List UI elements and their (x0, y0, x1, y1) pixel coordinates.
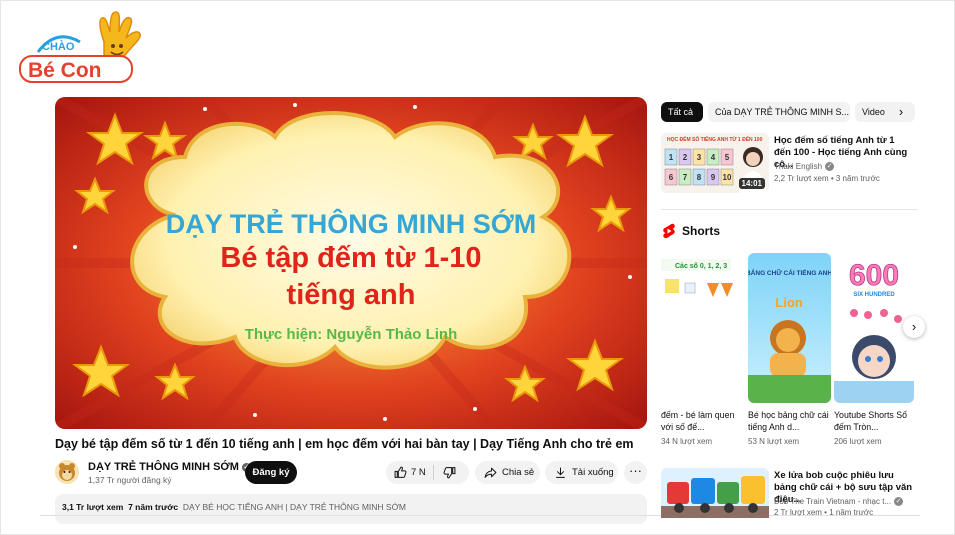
frame-line-4: Thực hiện: Nguyễn Thảo Linh (244, 326, 458, 343)
short-1-views: 34 N lượt xem (661, 437, 713, 446)
rec1-verified-icon: ✓ (825, 162, 835, 171)
upload-age: 7 năm trước (128, 502, 179, 512)
rec2-channel[interactable]: Bob The Train Vietnam - nhạc t... ✓ (774, 497, 904, 506)
rec2-channel-name[interactable]: Bob The Train Vietnam - nhạc t... (774, 497, 891, 506)
channel-name[interactable]: DẠY TRẺ THÔNG MINH SỚM✓ (88, 461, 251, 473)
short-1-thumbnail: Các số 0, 1, 2, 3 (661, 253, 744, 403)
frame-line-1: DẠY TRẺ THÔNG MINH SỚM (165, 209, 537, 239)
rec1-num-6: 6 (669, 173, 674, 182)
short-2-views: 53 N lượt xem (748, 437, 800, 446)
video-player[interactable]: DẠY TRẺ THÔNG MINH SỚM Bé tập đếm từ 1-1… (55, 97, 647, 429)
filter-chips: Tất cả Của DẠY TRẺ THÔNG MINH S... Video (661, 102, 921, 122)
short-3-views: 206 lượt xem (834, 437, 882, 446)
more-actions-button[interactable]: ··· (624, 461, 647, 484)
download-icon (556, 467, 565, 478)
rec1-num-7: 7 (683, 173, 688, 182)
short-card-2[interactable]: BẢNG CHỮ CÁI TIẾNG ANH Lion (748, 253, 831, 403)
rec1-num-4: 4 (711, 153, 716, 162)
share-button[interactable]: Chia sẻ (475, 461, 540, 484)
rec1-num-9: 9 (711, 173, 716, 182)
channel-row: DẠY TRẺ THÔNG MINH SỚM✓ 1,37 Tr người đă… (55, 458, 647, 488)
video-title: Dạy bé tập đếm số từ 1 đến 10 tiếng anh … (55, 437, 634, 451)
short-3-thumb-text2: SIX HUNDRED (853, 292, 895, 298)
rec2-age: 1 năm trước (829, 508, 874, 517)
short-2-thumbnail: BẢNG CHỮ CÁI TIẾNG ANH Lion (748, 253, 831, 403)
rec1-num-10: 10 (723, 173, 732, 182)
like-count[interactable]: 7 N (411, 461, 426, 484)
rec1-age: 3 năm trước (835, 174, 880, 183)
rec2-stats: 2 Tr lượt xem • 1 năm trước (774, 508, 874, 517)
channel-avatar[interactable] (55, 460, 79, 484)
rec1-channel-name[interactable]: Thaki English (774, 162, 822, 171)
logo-top-text: CHÀO (42, 40, 75, 53)
shorts-header: Shorts (662, 223, 720, 239)
rec1-num-5: 5 (725, 153, 730, 162)
shorts-title: Shorts (682, 224, 721, 238)
description-meta: 3,1 Tr lượt xem 7 năm trước DẠY BÉ HỌC T… (62, 502, 406, 512)
frame-line-2: Bé tập đếm từ 1-10 (220, 242, 482, 274)
download-button[interactable]: Tải xuống (545, 461, 618, 484)
short-card-1[interactable]: Các số 0, 1, 2, 3 (661, 253, 744, 403)
subscribe-button[interactable]: Đăng ký (245, 461, 297, 484)
channel-logo[interactable]: CHÀO Bé Con (16, 8, 146, 88)
rec1-stats: 2,2 Tr lượt xem • 3 năm trước (774, 174, 880, 183)
chip-all[interactable]: Tất cả (661, 102, 703, 122)
section-separator (661, 209, 918, 210)
rec1-duration: 14:01 (738, 178, 765, 189)
rec2-thumbnail-art (661, 468, 769, 518)
frame-line-3: tiếng anh (286, 279, 416, 311)
chips-next-arrow-icon[interactable]: › (893, 104, 909, 120)
logo-bottom-text: Bé Con (28, 59, 102, 82)
short-2-thumb-text2: Lion (775, 295, 802, 310)
short-2-title[interactable]: Bé học bảng chữ cái tiếng Anh d... (748, 410, 830, 433)
rec1-num-1: 1 (669, 153, 674, 162)
rec1-num-8: 8 (697, 173, 702, 182)
like-dislike-group: 7 N (386, 461, 469, 484)
share-label[interactable]: Chia sẻ (502, 461, 534, 484)
short-3-thumbnail: 600 SIX HUNDRED (834, 253, 914, 403)
description-box[interactable]: 3,1 Tr lượt xem 7 năm trước DẠY BÉ HỌC T… (55, 494, 647, 524)
rec1-thumbnail[interactable]: HỌC ĐẾM SỐ TIẾNG ANH TỪ 1 ĐẾN 100 1 2 3 … (661, 133, 769, 193)
short-3-thumb-text: 600 (849, 259, 899, 292)
download-label[interactable]: Tải xuống (572, 461, 614, 484)
rec2-verified-icon: ✓ (894, 497, 904, 506)
rec2-thumbnail[interactable] (661, 468, 769, 518)
shorts-icon (663, 223, 675, 239)
short-3-title[interactable]: Youtube Shorts Số đếm Tròn... (834, 410, 916, 433)
share-icon (484, 467, 497, 478)
rec1-num-2: 2 (683, 153, 688, 162)
rec2-views: 2 Tr lượt xem (774, 508, 822, 517)
playlist-link[interactable]: DẠY BÉ HỌC TIẾNG ANH | DẠY TRẺ THÔNG MIN… (183, 502, 406, 512)
video-frame-text: DẠY TRẺ THÔNG MINH SỚM Bé tập đếm từ 1-1… (55, 97, 647, 429)
like-divider (433, 465, 434, 480)
short-card-3[interactable]: 600 SIX HUNDRED (834, 253, 914, 403)
shorts-next-arrow-icon[interactable]: › (903, 316, 925, 338)
dislike-icon[interactable] (443, 466, 456, 479)
chip-from-channel[interactable]: Của DẠY TRẺ THÔNG MINH S... (708, 102, 850, 122)
channel-name-text[interactable]: DẠY TRẺ THÔNG MINH SỚM (88, 461, 239, 473)
rec1-channel[interactable]: Thaki English ✓ (774, 162, 835, 171)
rec1-thumb-heading: HỌC ĐẾM SỐ TIẾNG ANH TỪ 1 ĐẾN 100 (667, 136, 763, 143)
subscriber-count: 1,37 Tr người đăng ký (88, 475, 172, 485)
rec1-num-3: 3 (697, 153, 702, 162)
like-icon[interactable] (394, 466, 407, 479)
short-1-thumb-text: Các số 0, 1, 2, 3 (675, 262, 727, 270)
short-1-title[interactable]: đếm - bé làm quen với số đế... (661, 410, 743, 433)
view-count: 3,1 Tr lượt xem (62, 502, 124, 512)
rec1-views: 2,2 Tr lượt xem (774, 174, 829, 183)
